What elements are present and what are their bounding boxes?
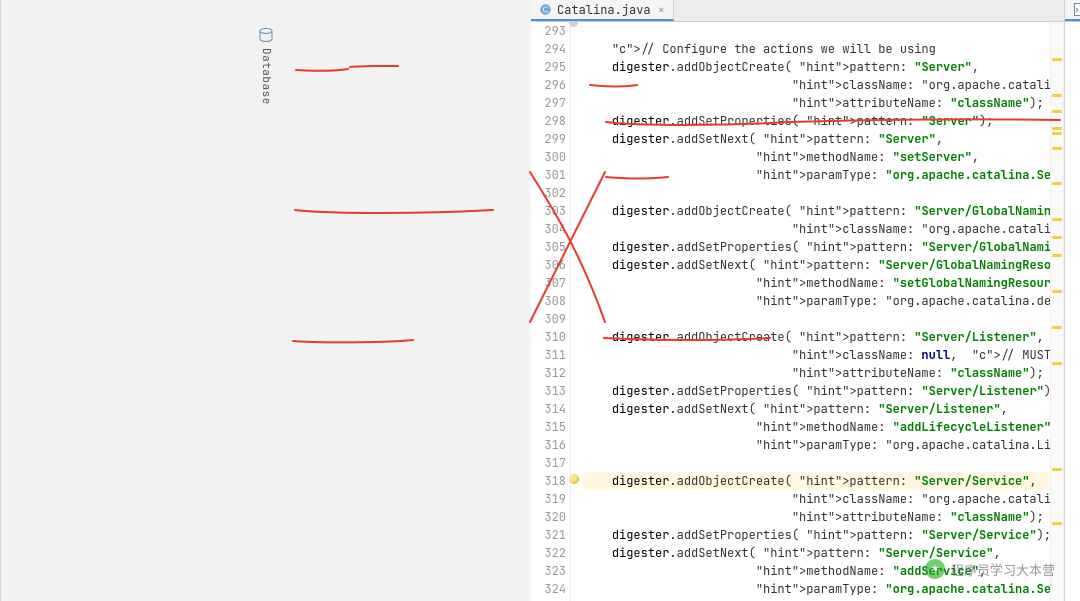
svg-text:C: C bbox=[543, 6, 549, 15]
xml-file-icon bbox=[1073, 3, 1080, 16]
db-tool-label[interactable]: Database bbox=[259, 48, 273, 105]
code-area-left[interactable]: "c">// Configure the actions we will be … bbox=[579, 22, 1050, 601]
tool-window-strip: Database bbox=[0, 0, 531, 601]
lightbulb-icon[interactable] bbox=[569, 474, 579, 484]
editor-right[interactable]: 2021222324252627282930313233343536373839… bbox=[1064, 22, 1080, 601]
gutter-left: 2932942952962972982993003013023033043053… bbox=[531, 22, 571, 601]
overview-ruler-left[interactable] bbox=[1050, 22, 1064, 601]
editor-left[interactable]: 2932942952962972982993003013023033043053… bbox=[531, 22, 1064, 601]
java-class-icon: C bbox=[539, 3, 552, 16]
tab-bar-right: server.xml × bbox=[1064, 0, 1080, 22]
gutter-right: 2021222324252627282930313233343536373839… bbox=[1065, 22, 1080, 601]
close-icon[interactable]: × bbox=[658, 2, 665, 18]
tab-filename: Catalina.java bbox=[557, 2, 651, 18]
db-tool-icon[interactable] bbox=[259, 28, 273, 42]
tab-server-xml[interactable]: server.xml × bbox=[1065, 0, 1080, 21]
icon-strip-left bbox=[571, 22, 579, 601]
tab-catalina-java[interactable]: C Catalina.java × bbox=[531, 0, 674, 21]
line-marker[interactable] bbox=[569, 22, 578, 27]
tab-bar-left: C Catalina.java × bbox=[531, 0, 1064, 22]
